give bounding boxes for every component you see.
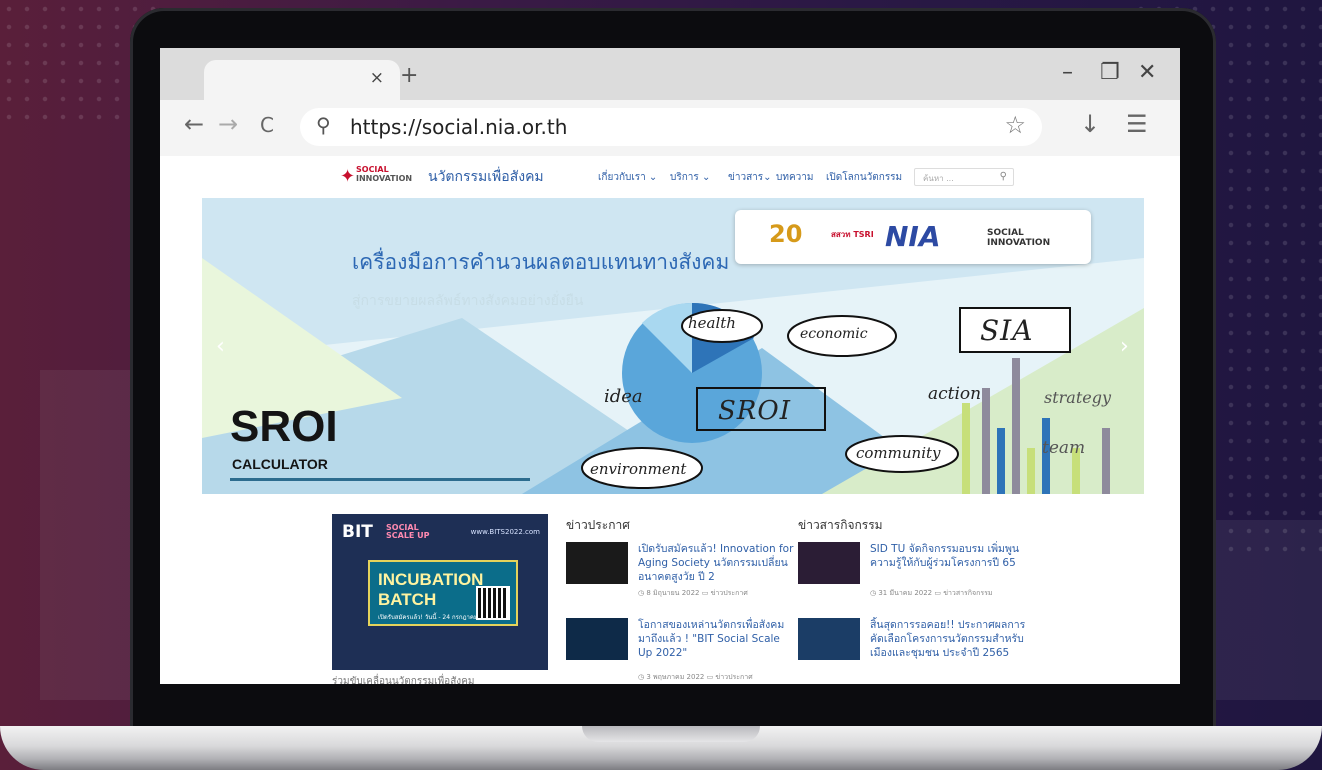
hero-title: เครื่องมือการคำนวนผลตอบแทนทางสังคม bbox=[352, 250, 730, 274]
activities-heading: ข่าวสารกิจกรรม bbox=[798, 518, 883, 532]
address-bar[interactable]: ⚲ https://social.nia.or.th ☆ bbox=[300, 108, 1042, 146]
hero-slider[interactable]: 20 สสวท TSRI NIA SOCIAL INNOVATION เครื่… bbox=[202, 198, 1144, 494]
news-title[interactable]: โอกาสของเหล่านวัตกรเพื่อสังคม มาถึงแล้ว … bbox=[638, 618, 794, 660]
bit-banner[interactable]: BIT SOCIAL SCALE UP www.BITS2022.com INC… bbox=[332, 514, 548, 670]
news-item[interactable]: โอกาสของเหล่านวัตกรเพื่อสังคม มาถึงแล้ว … bbox=[566, 618, 786, 681]
hero-word-community: community bbox=[856, 444, 941, 462]
menu-about[interactable]: เกี่ยวกับเรา ⌄ bbox=[598, 170, 657, 185]
slider-prev-icon[interactable]: ‹ bbox=[216, 334, 225, 359]
logo-line2: INNOVATION bbox=[356, 174, 413, 183]
banner-incubation-box: INCUBATION BATCH เปิดรับสมัครแล้ว! วันนี… bbox=[368, 560, 518, 626]
site-search-icon[interactable]: ⚲ bbox=[1000, 171, 1007, 182]
minimize-icon[interactable]: – bbox=[1062, 60, 1073, 85]
logo-line1: SOCIAL bbox=[356, 165, 389, 174]
news-title[interactable]: เปิดรับสมัครแล้ว! Innovation for Aging S… bbox=[638, 542, 794, 584]
news-title[interactable]: SID TU จัดกิจกรรมอบรม เพิ่มพูนความรู้ให้… bbox=[870, 542, 1026, 570]
bookmark-star-icon[interactable]: ☆ bbox=[1004, 111, 1026, 139]
banner-caption: ร่วมขับเคลื่อนนวัตกรรมเพื่อสังคม bbox=[332, 676, 475, 684]
menu-icon[interactable]: ☰ bbox=[1126, 110, 1148, 138]
maximize-icon[interactable]: ❐ bbox=[1100, 60, 1120, 85]
news-meta: ◷ 3 พฤษภาคม 2022 ▭ ข่าวประกาศ bbox=[638, 673, 753, 681]
hero-word-health: health bbox=[688, 314, 736, 332]
banner-url: www.BITS2022.com bbox=[470, 528, 540, 536]
search-placeholder: ค้นหา ... bbox=[923, 174, 954, 183]
new-tab-icon[interactable]: + bbox=[400, 63, 418, 88]
window-close-icon[interactable]: ✕ bbox=[1138, 60, 1156, 85]
browser-chrome: × + – ❐ ✕ ← → C ⚲ https://social.nia.or.… bbox=[160, 48, 1180, 156]
hero-sroi-center: SROI bbox=[718, 396, 791, 426]
background-building-right bbox=[1215, 520, 1322, 700]
news-thumbnail[interactable] bbox=[798, 618, 860, 660]
browser-toolbar: ← → C ⚲ https://social.nia.or.th ☆ ↓ ☰ bbox=[160, 100, 1180, 156]
partner-logo-social-innovation: SOCIAL INNOVATION bbox=[987, 228, 1051, 248]
news-item[interactable]: SID TU จัดกิจกรรมอบรม เพิ่มพูนความรู้ให้… bbox=[798, 542, 1019, 602]
laptop-screen: × + – ❐ ✕ ← → C ⚲ https://social.nia.or.… bbox=[160, 48, 1180, 684]
hero-word-economic: economic bbox=[800, 326, 868, 342]
browser-tab[interactable]: × bbox=[204, 60, 400, 100]
banner-social-label: SOCIAL SCALE UP bbox=[386, 523, 430, 540]
hero-subtitle: สู่การขยายผลลัพธ์ทางสังคมอย่างยั่งยืน bbox=[352, 293, 584, 309]
logo-star-icon: ✦ bbox=[340, 166, 356, 187]
site-search-input[interactable]: ค้นหา ... ⚲ bbox=[914, 168, 1014, 186]
news-thumbnail[interactable] bbox=[798, 542, 860, 584]
news-item[interactable]: เปิดรับสมัครแล้ว! Innovation for Aging S… bbox=[566, 542, 793, 602]
partner-logo-tsri: สสวท TSRI bbox=[831, 230, 874, 239]
hero-sroi-title: SROI bbox=[230, 402, 338, 451]
menu-articles[interactable]: บทความ bbox=[776, 170, 813, 185]
slider-next-icon[interactable]: › bbox=[1120, 334, 1129, 359]
partner-logos: 20 สสวท TSRI NIA SOCIAL INNOVATION bbox=[735, 210, 1091, 264]
url-text[interactable]: https://social.nia.or.th bbox=[350, 115, 567, 139]
search-icon: ⚲ bbox=[316, 113, 331, 137]
site-name[interactable]: นวัตกรรมเพื่อสังคม bbox=[428, 166, 544, 188]
tab-close-icon[interactable]: × bbox=[370, 68, 384, 88]
menu-news[interactable]: ข่าวสาร⌄ bbox=[728, 170, 772, 185]
menu-innovation-world[interactable]: เปิดโลกนวัตกรรม bbox=[826, 170, 902, 185]
news-thumbnail[interactable] bbox=[566, 542, 628, 584]
banner-line2: BATCH bbox=[378, 590, 437, 609]
site-logo[interactable]: SOCIAL INNOVATION bbox=[356, 165, 412, 183]
menu-services[interactable]: บริการ ⌄ bbox=[670, 170, 710, 185]
hero-word-idea: idea bbox=[604, 386, 643, 407]
news-meta: ◷ 8 มิถุนายน 2022 ▭ ข่าวประกาศ bbox=[638, 589, 748, 597]
forward-icon[interactable]: → bbox=[218, 110, 238, 138]
hero-underline bbox=[230, 478, 530, 481]
partner-logo-20: 20 bbox=[769, 220, 803, 248]
hero-calculator-label: CALCULATOR bbox=[232, 456, 328, 472]
reload-icon[interactable]: C bbox=[260, 113, 274, 137]
announcements-heading: ข่าวประกาศ bbox=[566, 518, 630, 532]
hero-sia-box: SIA bbox=[980, 314, 1034, 347]
hero-word-strategy: strategy bbox=[1044, 388, 1112, 407]
banner-logo: BIT bbox=[342, 522, 373, 542]
banner-line1: INCUBATION bbox=[378, 570, 484, 589]
hero-word-environment: environment bbox=[590, 460, 687, 478]
news-item[interactable]: สิ้นสุดการรอคอย!! ประกาศผลการคัดเลือกโคร… bbox=[798, 618, 1025, 684]
news-thumbnail[interactable] bbox=[566, 618, 628, 660]
download-icon[interactable]: ↓ bbox=[1080, 110, 1100, 138]
news-meta: ◷ 31 มีนาคม 2022 ▭ ข่าวสารกิจกรรม bbox=[870, 589, 993, 597]
back-icon[interactable]: ← bbox=[184, 110, 204, 138]
qr-code-icon bbox=[476, 586, 510, 620]
laptop-notch bbox=[582, 726, 760, 742]
partner-logo-nia: NIA bbox=[885, 220, 941, 253]
hero-word-action: action bbox=[928, 384, 982, 404]
hero-word-team: team bbox=[1042, 438, 1086, 458]
news-title[interactable]: สิ้นสุดการรอคอย!! ประกาศผลการคัดเลือกโคร… bbox=[870, 618, 1026, 660]
